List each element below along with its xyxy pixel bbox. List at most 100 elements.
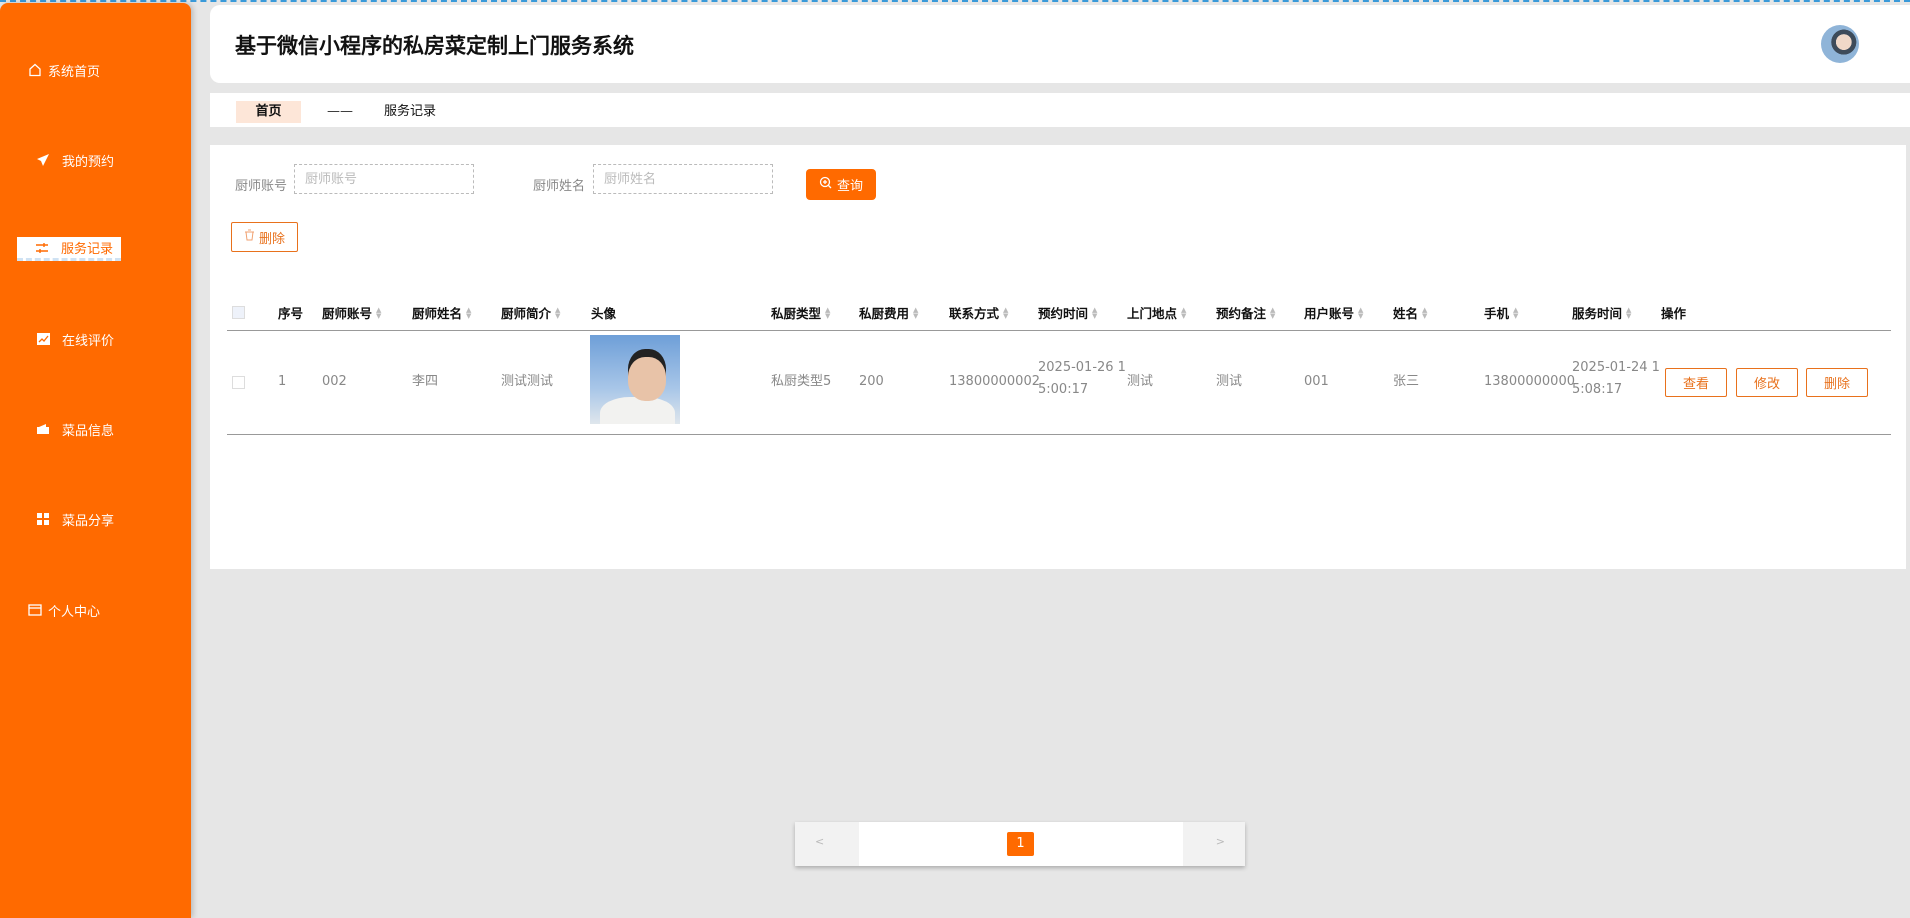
column-header-label: 操作	[1661, 306, 1687, 321]
sidebar-item-label: 我的预约	[62, 154, 115, 170]
view-button[interactable]: 查看	[1665, 368, 1727, 397]
grid-icon	[36, 512, 50, 526]
column-header[interactable]: 用户账号 ▲ ▼	[1304, 303, 1363, 322]
sidebar-item-service-records[interactable]: 服务记录	[17, 237, 121, 261]
column-header: 序号	[278, 303, 303, 322]
service-time-line2: 5:08:17	[1572, 382, 1623, 397]
sort-icon[interactable]: ▲ ▼	[1003, 306, 1008, 319]
next-page-button[interactable]: >	[1216, 835, 1225, 848]
breadcrumb-home[interactable]: 首页	[236, 101, 301, 123]
sidebar-item-label: 在线评价	[62, 333, 115, 349]
sidebar-item-dish-share[interactable]: 菜品分享	[36, 507, 114, 531]
sort-icon[interactable]: ▲ ▼	[1626, 306, 1631, 319]
chef-account-label: 厨师账号	[235, 179, 288, 194]
cell-private-type: 私厨类型5	[771, 374, 832, 389]
column-header[interactable]: 服务时间 ▲ ▼	[1572, 303, 1631, 322]
sidebar-item-home[interactable]: 系统首页	[28, 58, 100, 82]
sort-icon[interactable]: ▲ ▼	[825, 306, 830, 319]
column-header-label: 预约时间	[1038, 306, 1089, 321]
chef-photo	[590, 335, 680, 424]
sort-icon[interactable]: ▲ ▼	[1513, 306, 1518, 319]
column-header[interactable]: 私厨费用 ▲ ▼	[859, 303, 918, 322]
header-divider	[227, 330, 1891, 331]
sort-icon[interactable]: ▲ ▼	[1422, 306, 1427, 319]
breadcrumb-current: 服务记录	[384, 104, 437, 119]
prev-page-button[interactable]: <	[815, 835, 824, 848]
sidebar-item-label: 个人中心	[48, 604, 101, 620]
chef-name-label: 厨师姓名	[533, 179, 586, 194]
column-header[interactable]: 预约备注 ▲ ▼	[1216, 303, 1275, 322]
sidebar-item-my-bookings[interactable]: 我的预约	[36, 148, 114, 172]
column-header-label: 上门地点	[1127, 306, 1178, 321]
paper-plane-icon	[36, 153, 50, 167]
sidebar: 系统首页 我的预约 服务记录 在线评价 菜品信息 菜品分享 个人中心	[0, 3, 191, 918]
sort-icon[interactable]: ▲ ▼	[913, 306, 918, 319]
cell-fee: 200	[859, 374, 884, 389]
column-header[interactable]: 厨师简介 ▲ ▼	[501, 303, 560, 322]
app-title: 基于微信小程序的私房菜定制上门服务系统	[235, 34, 634, 58]
main-panel: 厨师账号 厨师姓名 查询 删除 序号厨师账号▲▼厨师姓名▲▼厨师简介▲▼头像私厨…	[210, 145, 1906, 569]
sort-icon[interactable]: ▲ ▼	[1270, 306, 1275, 319]
sidebar-item-label: 菜品分享	[62, 513, 115, 529]
home-icon	[28, 63, 42, 77]
cell-booking-time: 2025-01-26 1 5:00:17	[1038, 357, 1126, 401]
column-header[interactable]: 上门地点 ▲ ▼	[1127, 303, 1186, 322]
bulk-delete-label: 删除	[258, 231, 285, 247]
cell-phone: 13800000000	[1484, 374, 1575, 389]
sidebar-item-label: 系统首页	[48, 64, 101, 80]
sort-icon[interactable]: ▲ ▼	[1181, 306, 1186, 319]
column-header-label: 姓名	[1393, 306, 1419, 321]
delete-button[interactable]: 删除	[1806, 368, 1868, 397]
column-header-label: 联系方式	[949, 306, 1000, 321]
trash-icon	[244, 229, 255, 245]
column-header-label: 私厨费用	[859, 306, 910, 321]
select-all-checkbox[interactable]	[232, 306, 245, 319]
cell-service-time: 2025-01-24 1 5:08:17	[1572, 357, 1660, 401]
cell-location: 测试	[1127, 374, 1154, 389]
cell-chef-intro: 测试测试	[501, 374, 554, 389]
column-header-label: 用户账号	[1304, 306, 1355, 321]
cell-chef-account: 002	[322, 374, 347, 389]
cell-chef-name: 李四	[412, 374, 439, 389]
column-header-label: 手机	[1484, 306, 1510, 321]
column-header[interactable]: 预约时间 ▲ ▼	[1038, 303, 1097, 322]
service-time-line1: 2025-01-24 1	[1572, 360, 1660, 375]
top-dashed-border	[0, 0, 1910, 2]
sort-icon[interactable]: ▲ ▼	[555, 306, 560, 319]
column-header: 头像	[591, 303, 616, 322]
row-divider	[227, 434, 1891, 435]
edit-button[interactable]: 修改	[1736, 368, 1798, 397]
wallet-icon	[36, 422, 50, 436]
sort-icon[interactable]: ▲ ▼	[1358, 306, 1363, 319]
sort-icon[interactable]: ▲ ▼	[466, 306, 471, 319]
query-button-label: 查询	[836, 179, 863, 194]
column-header[interactable]: 厨师账号 ▲ ▼	[322, 303, 381, 322]
search-plus-icon	[819, 176, 832, 193]
row-checkbox[interactable]	[232, 376, 245, 389]
column-header[interactable]: 私厨类型 ▲ ▼	[771, 303, 830, 322]
chef-account-input[interactable]	[294, 164, 474, 194]
breadcrumb-separator: ——	[327, 104, 353, 119]
page-1-button[interactable]: 1	[1007, 832, 1034, 856]
chef-name-input[interactable]	[593, 164, 773, 194]
column-header-label: 厨师姓名	[412, 306, 463, 321]
sort-icon[interactable]: ▲ ▼	[1092, 306, 1097, 319]
query-button[interactable]: 查询	[806, 169, 876, 200]
cell-name: 张三	[1393, 374, 1420, 389]
column-header-label: 厨师简介	[501, 306, 552, 321]
sort-icon[interactable]: ▲ ▼	[376, 306, 381, 319]
column-header[interactable]: 手机 ▲ ▼	[1484, 303, 1518, 322]
column-header[interactable]: 厨师姓名 ▲ ▼	[412, 303, 471, 322]
sliders-icon	[35, 241, 49, 255]
column-header-label: 服务时间	[1572, 306, 1623, 321]
user-avatar[interactable]	[1821, 25, 1859, 63]
booking-time-line1: 2025-01-26 1	[1038, 360, 1126, 375]
column-header-label: 厨师账号	[322, 306, 373, 321]
sidebar-item-reviews[interactable]: 在线评价	[36, 327, 114, 351]
bulk-delete-button[interactable]: 删除	[231, 222, 298, 252]
sidebar-item-dish-info[interactable]: 菜品信息	[36, 417, 114, 441]
column-header-label: 私厨类型	[771, 306, 822, 321]
sidebar-item-profile[interactable]: 个人中心	[28, 598, 100, 622]
column-header[interactable]: 姓名 ▲ ▼	[1393, 303, 1427, 322]
column-header[interactable]: 联系方式 ▲ ▼	[949, 303, 1008, 322]
